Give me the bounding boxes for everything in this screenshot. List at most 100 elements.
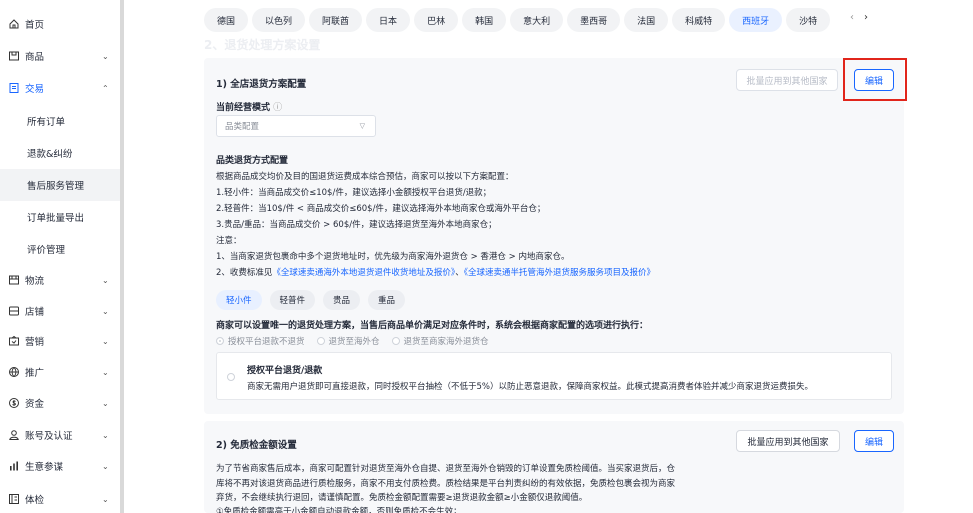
trade-icon [8,82,20,94]
country-tab[interactable]: 德国 [204,8,249,32]
country-tab[interactable]: 巴林 [414,8,459,32]
fee-line: 2、收费标准见《全球速卖通海外本地退货退件收货地址及报价》、《全球速卖通半托管海… [216,266,655,278]
fee-prefix: 2、收费标准见 [216,268,273,278]
tier-tab[interactable]: 贵品 [323,290,361,310]
product-icon [8,50,20,62]
sidebar-item-home[interactable]: 首页 [0,10,120,38]
funds-icon [8,397,20,409]
sidebar-item-promotion[interactable]: 推广 ⌄ [0,358,120,386]
radio-dot [316,337,325,345]
sidebar-subitem-label: 退款&纠纷 [27,149,73,160]
radio-label: 授权平台退款不退货 [228,337,305,347]
prev-page-icon[interactable]: ‹ [850,12,854,23]
country-tab[interactable]: 沙特 [786,8,831,32]
mode-select-value: 品类配置 [225,122,260,132]
desc-line: 库将不再对该退货商品进行质检服务，商家不用支付质检费。质检结果是平台判责纠纷的有… [216,479,676,489]
bulk-apply-button-disabled[interactable]: 批量应用到其他国家 [736,69,838,91]
desc-line: 3.贵品/重品：当商品成交价 > 60$/件，建议选择退货至海外本地商家仓； [216,220,497,230]
country-tab[interactable]: 日本 [366,8,411,32]
option-radio[interactable] [227,373,235,381]
mode-label: 当前经营模式 ⓘ [216,103,283,113]
main-content: 德国 以色列 阿联酋 日本 巴林 韩国 意大利 墨西哥 法国 科威特 西班牙 沙… [124,0,973,513]
sidebar-item-label: 交易 [25,84,45,95]
country-tab[interactable]: 墨西哥 [567,8,621,32]
next-page-icon[interactable]: › [864,12,868,23]
return-plan-card: 1) 全店退货方案配置 批量应用到其他国家 编辑 当前经营模式 ⓘ 品类配置 ▽… [204,58,904,414]
radio-return-overseas[interactable]: 退货至海外仓 [316,335,380,347]
analytics-icon [8,460,20,472]
sidebar-item-logistics[interactable]: 物流 ⌄ [0,266,120,294]
edit-button[interactable]: 编辑 [854,430,894,452]
sidebar-item-label: 物流 [25,276,45,287]
sidebar-item-marketing[interactable]: 营销 ⌄ [0,327,120,355]
chevron-down-icon: ⌄ [102,367,109,377]
option-title: 授权平台退货/退款 [247,366,323,376]
chevron-up-icon: ⌃ [102,83,109,93]
inspection-free-card: 2) 免质检金额设置 批量应用到其他国家 编辑 为了节省商家售后成本，商家可配置… [204,421,904,513]
fee-link-2[interactable]: 《全球速卖通半托管海外退货服务服务项目及报价》 [464,268,655,278]
sidebar-item-label: 店铺 [25,307,45,318]
sidebar-item-label: 商品 [25,52,45,63]
mode-select[interactable]: 品类配置 ▽ [216,115,376,137]
sidebar-item-label: 首页 [25,20,45,31]
checkup-icon [8,493,20,505]
sidebar-item-label: 账号及认证 [25,431,73,442]
country-tab[interactable]: 韩国 [462,8,507,32]
country-tab[interactable]: 法国 [624,8,669,32]
country-tab[interactable]: 科威特 [672,8,726,32]
radio-return-merchant[interactable]: 退货至商家海外退货仓 [391,335,489,347]
country-tab[interactable]: 以色列 [252,8,306,32]
promotion-icon [8,366,20,378]
chevron-down-icon: ⌄ [102,494,109,504]
country-tabs: 德国 以色列 阿联酋 日本 巴林 韩国 意大利 墨西哥 法国 科威特 西班牙 沙… [204,8,831,32]
desc-line: 注意： [216,236,242,246]
country-tab-active[interactable]: 西班牙 [729,8,783,32]
sidebar-item-product[interactable]: 商品 ⌄ [0,42,120,70]
radio-authorize-refund[interactable]: 授权平台退款不退货 [216,335,305,347]
category-title: 品类退货方式配置 [216,156,289,166]
sidebar-subitem-after-sales[interactable]: 售后服务管理 [0,169,120,201]
card-title: 2) 免质检金额设置 [216,440,297,451]
desc-line: 1、当商家退货包裹命中多个退货地址时，优先级为商家海外退货仓 > 香港仓 > 内… [216,252,570,262]
highlight-box [843,58,907,101]
sidebar-item-label: 营销 [25,337,45,348]
sidebar-subitem-refund-dispute[interactable]: 退款&纠纷 [0,137,120,169]
desc-line: 根据商品成交均价及目的国退货运费成本综合预估，商家可以按以下方案配置： [216,172,514,182]
sidebar-subitem-bulk-export[interactable]: 订单批量导出 [0,201,120,233]
sidebar-item-store[interactable]: 店铺 ⌄ [0,297,120,325]
tier-tab-active[interactable]: 轻小件 [216,290,262,310]
sidebar-item-label: 推广 [25,368,45,379]
chevron-down-icon: ⌄ [102,461,109,471]
radio-label: 退货至商家海外退货仓 [403,337,489,347]
desc-line: 为了节省商家售后成本，商家可配置针对退货至海外仓自提、退货至海外仓销毁的订单设置… [216,464,676,474]
account-icon [8,429,20,441]
tier-tab[interactable]: 轻普件 [269,290,316,310]
chevron-down-icon: ⌄ [102,275,109,285]
option-desc: 商家无需用户退货即可直接退款，同时授权平台抽检（不低于5%）以防止恶意退款，保障… [247,382,813,392]
bulk-apply-button[interactable]: 批量应用到其他国家 [736,430,840,452]
tier-tab[interactable]: 重品 [368,290,406,310]
chevron-down-icon: ⌄ [102,430,109,440]
help-icon: ⓘ [273,103,283,113]
country-tab[interactable]: 阿联酋 [309,8,363,32]
option-card[interactable]: 授权平台退货/退款 商家无需用户退货即可直接退款，同时授权平台抽检（不低于5%）… [216,352,892,400]
sidebar-subitem-reviews[interactable]: 评价管理 [0,233,120,265]
sidebar-subitem-label: 所有订单 [27,117,66,128]
fee-sep: 、 [455,268,464,278]
sidebar-item-account[interactable]: 账号及认证 ⌄ [0,421,120,449]
sidebar-item-checkup[interactable]: 体检 ⌄ [0,485,120,513]
sidebar-item-analytics[interactable]: 生意参谋 ⌄ [0,452,120,480]
radio-label: 退货至海外仓 [328,337,380,347]
fee-link-1[interactable]: 《全球速卖通海外本地退货退件收货地址及报价》 [272,268,455,278]
desc-line: ①免质检金额需高于小金额自动退款金额，否则免质检不会生效； [216,507,462,513]
country-tab[interactable]: 意大利 [510,8,564,32]
sidebar: 首页 商品 ⌄ 交易 ⌃ 所有订单 退款&纠纷 售后服务管理 订单批量导出 评价… [0,0,120,513]
sidebar-item-trade[interactable]: 交易 ⌃ [0,74,120,102]
sidebar-item-funds[interactable]: 资金 ⌄ [0,389,120,417]
tier-tabs: 轻小件 轻普件 贵品 重品 [216,290,406,310]
sidebar-subitem-all-orders[interactable]: 所有订单 [0,105,120,137]
section-heading: 2、退货处理方案设置 [204,38,321,52]
sidebar-item-label: 生意参谋 [25,462,64,473]
desc-line: 1.轻小件：当商品成交价≤10$/件，建议选择小金额授权平台退货/退款； [216,188,492,198]
desc-line: 弃货，不会继续执行退回，请谨慎配置。免质检金额配置需要≥退货退款金额≥小金额仅退… [216,493,588,503]
